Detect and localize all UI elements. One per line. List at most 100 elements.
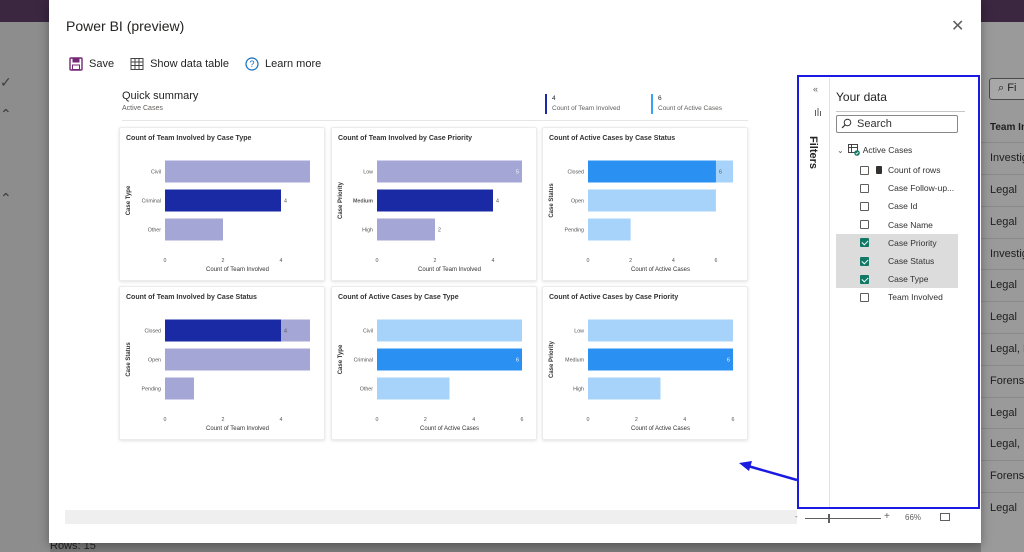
bar[interactable]: [588, 319, 733, 342]
data-label: 4: [284, 199, 287, 205]
checkbox-icon[interactable]: [860, 201, 869, 211]
bar[interactable]: [165, 377, 194, 400]
field-item[interactable]: Case Status: [836, 252, 958, 270]
chart-card[interactable]: Count of Active Cases by Case Type Case T…: [331, 286, 537, 440]
quick-summary-subtitle: Active Cases: [122, 105, 163, 112]
bar[interactable]: [588, 377, 661, 400]
x-tick-label: 2: [222, 258, 225, 264]
x-tick-label: 4: [472, 417, 475, 423]
chart-card[interactable]: Count of Active Cases by Case Status Case…: [542, 127, 748, 281]
field-item[interactable]: Case Follow-up...: [836, 179, 958, 197]
chart-card[interactable]: Count of Team Involved by Case Status Cas…: [119, 286, 325, 440]
field-item[interactable]: Team Involved: [836, 288, 958, 306]
x-tick-label: 2: [629, 258, 632, 264]
field-item[interactable]: Case Id: [836, 197, 958, 215]
kpi-label: Count of Team Involved: [552, 105, 621, 112]
bar[interactable]: [377, 319, 522, 342]
bar[interactable]: [377, 218, 435, 241]
grid-cell[interactable]: Forensi: [990, 375, 1024, 387]
highlighted-bar[interactable]: [377, 348, 522, 371]
highlighted-bar[interactable]: [588, 348, 733, 371]
bar-chart: Case Priority Low Medium 6 High 0 2 4 6 Count of …: [549, 319, 735, 432]
save-label: Save: [89, 58, 115, 70]
grid-divider: [981, 428, 1024, 429]
category-tick-label: High: [573, 387, 584, 393]
grid-cell[interactable]: Legal: [990, 407, 1017, 419]
grid-column-header[interactable]: Team Inv: [990, 122, 1024, 133]
zoom-out-button[interactable]: -: [795, 512, 798, 521]
show-data-table-label: Show data table: [150, 58, 229, 70]
field-label: Team Involved: [888, 292, 943, 303]
checkbox-icon[interactable]: [860, 165, 869, 175]
kpi-label: Count of Active Cases: [658, 105, 722, 112]
grid-cell[interactable]: Legal: [990, 311, 1017, 323]
x-tick-label: 6: [521, 417, 524, 423]
field-item[interactable]: Case Name: [836, 216, 958, 234]
bar-chart: Case Type Civil Criminal 6 Other 0 2 4 6 Count of…: [338, 319, 524, 432]
bar[interactable]: [377, 377, 450, 400]
x-tick-label: 6: [714, 258, 717, 264]
checkbox-checked-icon[interactable]: [860, 238, 869, 248]
kpi-value: 4: [552, 95, 556, 102]
data-label: 6: [516, 358, 519, 364]
highlighted-bar[interactable]: [165, 319, 281, 342]
grid-cell[interactable]: Forensi: [990, 470, 1024, 482]
x-tick-label: 4: [280, 417, 283, 423]
learn-more-link[interactable]: ? Learn more: [245, 57, 321, 71]
bar-chart: Case Type Civil Criminal 4 Other 0 2 4 Count of …: [126, 160, 310, 273]
checkbox-checked-icon[interactable]: [860, 274, 869, 284]
horizontal-scrollbar[interactable]: [65, 510, 797, 524]
zoom-level: 66%: [905, 513, 922, 522]
search-input[interactable]: Search: [836, 115, 958, 133]
grid-cell[interactable]: Legal: [990, 184, 1017, 196]
bar[interactable]: [165, 160, 310, 183]
table-icon: [130, 58, 144, 70]
table-node-active-cases[interactable]: ⌄ Active Cases: [837, 144, 912, 156]
x-tick-label: 0: [376, 417, 379, 423]
fit-to-page-icon[interactable]: [940, 513, 950, 521]
zoom-slider-thumb[interactable]: [827, 514, 830, 523]
grid-cell[interactable]: Legal, F: [990, 343, 1024, 355]
grid-search-input[interactable]: ⌕ Fi: [989, 78, 1024, 100]
grid-cell[interactable]: Legal: [990, 279, 1017, 291]
checkbox-icon[interactable]: [860, 183, 869, 193]
divider: [836, 111, 965, 112]
grid-cell[interactable]: Investig: [990, 152, 1024, 164]
checkbox-icon[interactable]: [860, 292, 869, 302]
report-canvas: Quick summary Active Cases 4 Count of Te…: [65, 78, 799, 518]
grid-divider: [981, 206, 1024, 207]
chevron-down-icon[interactable]: ⌄: [837, 146, 844, 155]
zoom-slider[interactable]: [805, 518, 881, 519]
bar[interactable]: [165, 218, 223, 241]
checkbox-icon[interactable]: [860, 220, 869, 230]
save-button[interactable]: Save: [69, 57, 114, 71]
grid-cell[interactable]: Legal, I: [990, 438, 1024, 450]
field-item[interactable]: Count of rows: [836, 161, 958, 179]
bar[interactable]: [588, 189, 716, 212]
grid-cell[interactable]: Legal: [990, 216, 1017, 228]
category-tick-label: Criminal: [142, 199, 161, 205]
bar[interactable]: [588, 218, 631, 241]
category-tick-label: Civil: [151, 170, 161, 176]
bar[interactable]: [377, 160, 522, 183]
category-tick-label: Open: [148, 358, 161, 364]
chart-card[interactable]: Count of Team Involved by Case Priority C…: [331, 127, 537, 281]
checkbox-checked-icon[interactable]: [860, 256, 869, 266]
bar[interactable]: [165, 348, 310, 371]
field-item[interactable]: Case Type: [836, 270, 958, 289]
grid-cell[interactable]: Legal: [990, 502, 1017, 514]
chart-card[interactable]: Count of Active Cases by Case Priority Ca…: [542, 286, 748, 440]
close-icon[interactable]: ✕: [951, 16, 964, 36]
kpi-value: 6: [658, 95, 662, 102]
field-item[interactable]: Case Priority: [836, 233, 958, 252]
zoom-in-button[interactable]: +: [884, 511, 890, 522]
chart-card[interactable]: Count of Team Involved by Case Type Case …: [119, 127, 325, 281]
filters-pane[interactable]: « Filters: [803, 78, 830, 508]
collapse-icon[interactable]: «: [813, 84, 818, 94]
grid-cell[interactable]: Investig: [990, 248, 1024, 260]
show-data-table-button[interactable]: Show data table: [130, 57, 229, 71]
highlighted-bar[interactable]: [165, 189, 281, 212]
grid-divider: [981, 301, 1024, 302]
highlighted-bar[interactable]: [377, 189, 493, 212]
highlighted-bar[interactable]: [588, 160, 716, 183]
